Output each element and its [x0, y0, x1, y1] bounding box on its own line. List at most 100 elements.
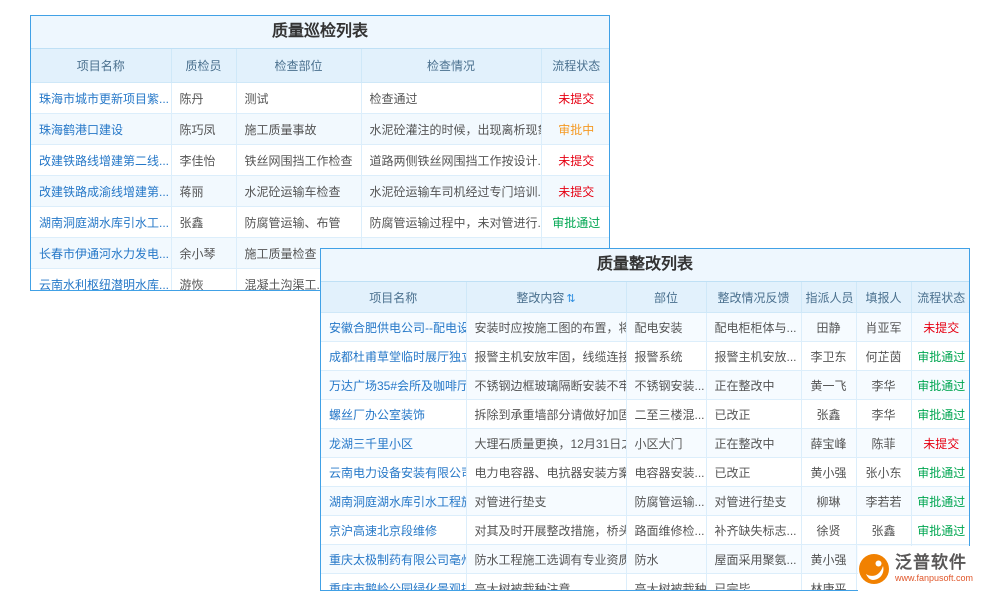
inspection-list-title: 质量巡检列表: [31, 16, 609, 49]
assignee-cell: 黄小强: [801, 458, 856, 487]
feedback-cell: 已改正: [706, 400, 801, 429]
rect-content-cell: 安装时应按施工图的布置，将...: [466, 313, 626, 342]
assignee-cell: 田静: [801, 313, 856, 342]
part-cell: 高大树被栽种: [626, 574, 706, 592]
rectification-row[interactable]: 湖南洞庭湖水库引水工程施工M... 对管进行垫支 防腐管运输... 对管进行垫支…: [321, 487, 970, 516]
inspector-cell: 张鑫: [171, 207, 236, 238]
project-link[interactable]: 云南水利枢纽潜明水库...: [31, 269, 171, 292]
col-header-check-part: 检查部位: [236, 49, 361, 83]
col-header-check-situation: 检查情况: [361, 49, 541, 83]
rect-content-cell: 拆除到承重墙部分请做好加固...: [466, 400, 626, 429]
status-badge: 审批通过: [911, 516, 970, 545]
status-badge: 未提交: [911, 429, 970, 458]
rectification-list-title: 质量整改列表: [321, 249, 969, 282]
inspector-cell: 余小琴: [171, 238, 236, 269]
project-link[interactable]: 成都杜甫草堂临时展厅独立展...: [321, 342, 466, 371]
project-link[interactable]: 安徽合肥供电公司--配电设备...: [321, 313, 466, 342]
inspection-header-row: 项目名称 质检员 检查部位 检查情况 流程状态: [31, 49, 610, 83]
project-link[interactable]: 重庆太极制药有限公司亳州中...: [321, 545, 466, 574]
rectification-row[interactable]: 安徽合肥供电公司--配电设备... 安装时应按施工图的布置，将... 配电安装 …: [321, 313, 970, 342]
rectification-row[interactable]: 龙湖三千里小区 大理石质量更换，12月31日之... 小区大门 正在整改中 薛宝…: [321, 429, 970, 458]
rectification-row[interactable]: 成都杜甫草堂临时展厅独立展... 报警主机安放牢固，线缆连接... 报警系统 报…: [321, 342, 970, 371]
project-link[interactable]: 重庆市鹅岭公园绿化景观提升...: [321, 574, 466, 592]
project-link[interactable]: 珠海鹤港口建设: [31, 114, 171, 145]
project-link[interactable]: 改建铁路线增建第二线...: [31, 145, 171, 176]
feedback-cell: 已改正: [706, 458, 801, 487]
part-cell: 报警系统: [626, 342, 706, 371]
rect-content-cell: 不锈钢边框玻璃隔断安装不牢...: [466, 371, 626, 400]
logo-url[interactable]: www.fanpusoft.com: [895, 574, 973, 584]
col-header-rect-content[interactable]: 整改内容⇅: [466, 282, 626, 313]
reporter-cell: 李若若: [856, 487, 911, 516]
logo-name: 泛普软件: [895, 554, 973, 573]
part-cell: 不锈钢安装...: [626, 371, 706, 400]
assignee-cell: 林康平: [801, 574, 856, 592]
reporter-cell: 陈菲: [856, 429, 911, 458]
col-header-assignee: 指派人员: [801, 282, 856, 313]
feedback-cell: 对管进行垫支: [706, 487, 801, 516]
part-cell: 小区大门: [626, 429, 706, 458]
col-header-rect-content-label: 整改内容: [516, 291, 564, 305]
page: 质量巡检列表 项目名称 质检员 检查部位 检查情况 流程状态 珠海市城市更新项目…: [0, 0, 1000, 600]
check-part-cell: 水泥砼运输车检查: [236, 176, 361, 207]
project-link[interactable]: 湖南洞庭湖水库引水工程施工M...: [321, 487, 466, 516]
check-part-cell: 施工质量事故: [236, 114, 361, 145]
status-badge: 审批通过: [911, 487, 970, 516]
part-cell: 电容器安装...: [626, 458, 706, 487]
rect-content-cell: 报警主机安放牢固，线缆连接...: [466, 342, 626, 371]
project-link[interactable]: 珠海市城市更新项目紫...: [31, 83, 171, 114]
rect-content-cell: 对管进行垫支: [466, 487, 626, 516]
rect-content-cell: 防水工程施工选调有专业资质...: [466, 545, 626, 574]
status-badge: 未提交: [541, 176, 610, 207]
reporter-cell: 何芷茵: [856, 342, 911, 371]
rectification-row[interactable]: 京沪高速北京段维修 对其及时开展整改措施，桥头... 路面维修检... 补齐缺失…: [321, 516, 970, 545]
project-link[interactable]: 长春市伊通河水力发电...: [31, 238, 171, 269]
part-cell: 二至三楼混...: [626, 400, 706, 429]
feedback-cell: 屋面采用聚氨...: [706, 545, 801, 574]
rect-content-cell: 大理石质量更换，12月31日之...: [466, 429, 626, 458]
reporter-cell: 李华: [856, 400, 911, 429]
sort-icon[interactable]: ⇅: [566, 293, 575, 305]
project-link[interactable]: 云南电力设备安装有限公司20...: [321, 458, 466, 487]
project-link[interactable]: 螺丝厂办公室装饰: [321, 400, 466, 429]
project-link[interactable]: 湖南洞庭湖水库引水工...: [31, 207, 171, 238]
project-link[interactable]: 龙湖三千里小区: [321, 429, 466, 458]
status-badge: 审批通过: [911, 458, 970, 487]
status-badge: 审批中: [541, 114, 610, 145]
feedback-cell: 正在整改中: [706, 429, 801, 458]
check-part-cell: 铁丝网围挡工作检查: [236, 145, 361, 176]
rect-content-cell: 高大树被栽种注意: [466, 574, 626, 592]
feedback-cell: 补齐缺失标志...: [706, 516, 801, 545]
fanpu-logo-text: 泛普软件 www.fanpusoft.com: [895, 554, 973, 585]
inspection-row[interactable]: 湖南洞庭湖水库引水工... 张鑫 防腐管运输、布管 防腐管运输过程中，未对管进行…: [31, 207, 610, 238]
assignee-cell: 李卫东: [801, 342, 856, 371]
check-situation-cell: 水泥砼运输车司机经过专门培训...: [361, 176, 541, 207]
status-badge: 审批通过: [911, 400, 970, 429]
col-header-flow-status: 流程状态: [541, 49, 610, 83]
assignee-cell: 黄一飞: [801, 371, 856, 400]
inspection-row[interactable]: 珠海鹤港口建设 陈巧凤 施工质量事故 水泥砼灌注的时候，出现离析现象 审批中: [31, 114, 610, 145]
inspection-row[interactable]: 改建铁路成渝线增建第... 蒋丽 水泥砼运输车检查 水泥砼运输车司机经过专门培训…: [31, 176, 610, 207]
assignee-cell: 徐贤: [801, 516, 856, 545]
project-link[interactable]: 京沪高速北京段维修: [321, 516, 466, 545]
inspector-cell: 李佳怡: [171, 145, 236, 176]
reporter-cell: 张鑫: [856, 516, 911, 545]
rectification-list-panel: 质量整改列表 项目名称 整改内容⇅ 部位 整改情况反馈 指派人员 填报人 流程状…: [320, 248, 970, 591]
inspection-row[interactable]: 改建铁路线增建第二线... 李佳怡 铁丝网围挡工作检查 道路两侧铁丝网围挡工作按…: [31, 145, 610, 176]
assignee-cell: 柳琳: [801, 487, 856, 516]
status-badge: 未提交: [541, 145, 610, 176]
rectification-table: 项目名称 整改内容⇅ 部位 整改情况反馈 指派人员 填报人 流程状态 安徽合肥供…: [321, 282, 970, 591]
part-cell: 配电安装: [626, 313, 706, 342]
status-badge: 审批通过: [541, 207, 610, 238]
inspector-cell: 蒋丽: [171, 176, 236, 207]
rectification-row[interactable]: 万达广场35#会所及咖啡厅空... 不锈钢边框玻璃隔断安装不牢... 不锈钢安装…: [321, 371, 970, 400]
rectification-row[interactable]: 云南电力设备安装有限公司20... 电力电容器、电抗器安装方案... 电容器安装…: [321, 458, 970, 487]
project-link[interactable]: 万达广场35#会所及咖啡厅空...: [321, 371, 466, 400]
status-badge: 审批通过: [911, 371, 970, 400]
inspection-row[interactable]: 珠海市城市更新项目紫... 陈丹 测试 检查通过 未提交: [31, 83, 610, 114]
inspector-cell: 游恢: [171, 269, 236, 292]
col-header-flow-status: 流程状态: [911, 282, 970, 313]
project-link[interactable]: 改建铁路成渝线增建第...: [31, 176, 171, 207]
feedback-cell: 已完毕: [706, 574, 801, 592]
rectification-row[interactable]: 螺丝厂办公室装饰 拆除到承重墙部分请做好加固... 二至三楼混... 已改正 张…: [321, 400, 970, 429]
